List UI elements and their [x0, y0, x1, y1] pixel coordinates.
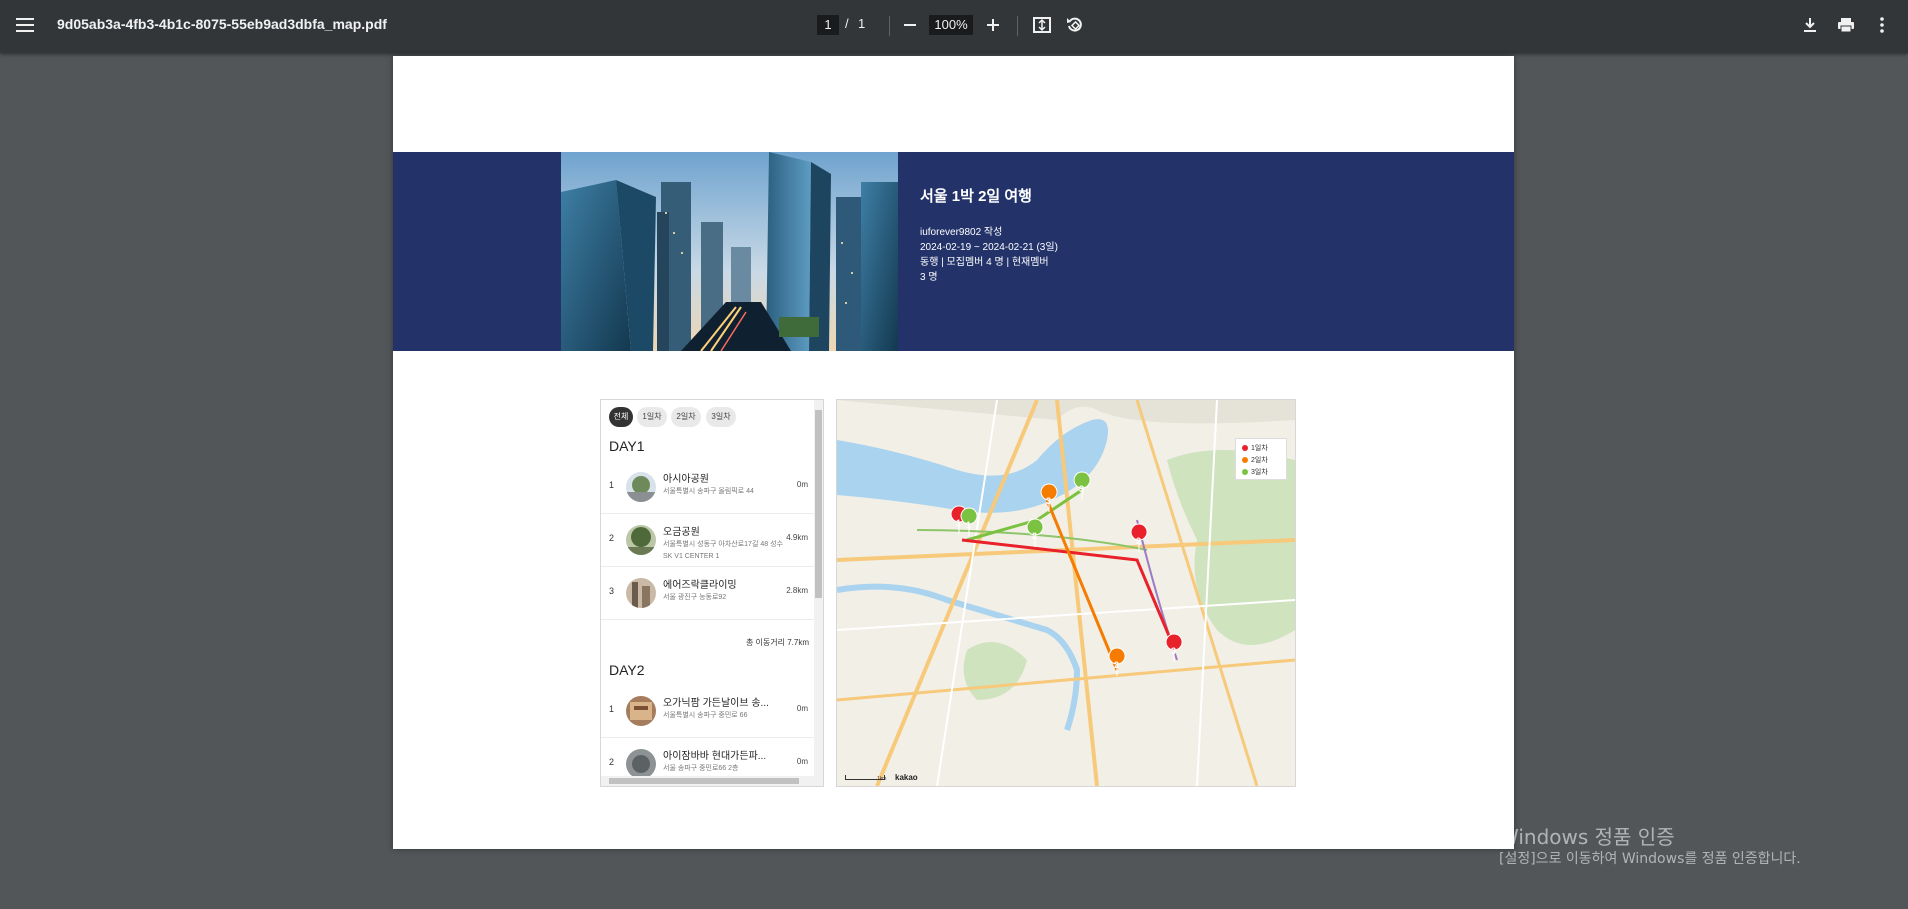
place-address: 서울 광진구 능동로92	[663, 594, 727, 601]
tab-day3[interactable]: 3일차	[706, 407, 736, 427]
legend-swatch	[1242, 469, 1248, 475]
scrollbar-thumb[interactable]	[609, 778, 799, 784]
svg-text:2: 2	[1114, 660, 1119, 670]
place-name: 아시아공원	[663, 474, 709, 485]
svg-text:3: 3	[1079, 484, 1084, 494]
item-number: 1	[609, 704, 615, 714]
svg-text:3: 3	[1171, 646, 1176, 656]
rotate-icon[interactable]	[1061, 11, 1089, 39]
page-total: 1	[858, 16, 866, 31]
day-heading: DAY2	[609, 662, 645, 678]
place-name: 오금공원	[663, 527, 700, 538]
place-address: 서울특별시 송파구 중민로 66	[663, 712, 748, 719]
place-address: 서울특별시 성동구 아차산로17길 48 성수 SK V1 CENTER 1	[663, 541, 783, 560]
place-distance: 0m	[796, 757, 808, 766]
print-icon[interactable]	[1832, 11, 1860, 39]
place-address: 서울특별시 송파구 올림픽로 44	[663, 488, 754, 495]
svg-text:1: 1	[966, 520, 971, 530]
day-heading: DAY1	[609, 438, 645, 454]
item-number: 1	[609, 480, 615, 490]
download-icon[interactable]	[1796, 11, 1824, 39]
legend-swatch	[1242, 445, 1248, 451]
activation-watermark-title: Windows 정품 인증	[1499, 825, 1675, 849]
place-address: 서울 송파구 중민로66 2층	[663, 765, 739, 772]
tab-day1[interactable]: 1일차	[637, 407, 667, 427]
place-distance: 0m	[796, 704, 808, 713]
tab-day2[interactable]: 2일차	[671, 407, 701, 427]
trip-author: iuforever9802 작성	[920, 227, 1003, 238]
route-map[interactable]: 1 2 3 1 2 3 3 2 1일차 2일차 3일차 1km kakao	[836, 399, 1296, 787]
zoom-out-icon[interactable]	[896, 11, 924, 39]
place-distance: 0m	[796, 480, 808, 489]
zoom-in-icon[interactable]	[979, 11, 1007, 39]
list-item[interactable]: 1 오가닉팜 가든날이브 송... 서울특별시 송파구 중민로 66 0m	[601, 684, 816, 738]
item-number: 3	[609, 586, 615, 596]
list-item[interactable]: 2 오금공원 서울특별시 성동구 아차산로17길 48 성수 SK V1 CEN…	[601, 513, 816, 567]
trip-member-count: 3 명	[920, 272, 938, 283]
place-thumbnail	[626, 472, 656, 502]
activation-watermark-text: [설정]으로 이동하여 Windows를 정품 인증합니다.	[1499, 851, 1801, 867]
zoom-level-input[interactable]: 100%	[929, 15, 973, 35]
map-canvas: 1 2 3 1 2 3 3 2	[837, 400, 1295, 786]
map-legend: 1일차 2일차 3일차	[1235, 438, 1287, 480]
place-thumbnail	[626, 696, 656, 726]
trip-banner: 서울 1박 2일 여행 iuforever9802 작성 2024-02-19 …	[393, 152, 1514, 351]
tab-all[interactable]: 전체	[609, 407, 633, 427]
svg-text:3: 3	[1046, 496, 1051, 506]
vertical-scrollbar[interactable]	[814, 400, 823, 776]
toolbar-divider	[889, 16, 890, 36]
horizontal-scrollbar[interactable]	[601, 776, 823, 786]
place-name: 에어즈락클라이밍	[663, 580, 737, 591]
cover-photo	[561, 152, 898, 351]
list-item[interactable]: 1 아시아공원 서울특별시 송파구 올림픽로 44 0m	[601, 460, 816, 514]
item-number: 2	[609, 533, 615, 543]
legend-label: 3일차	[1251, 469, 1268, 476]
item-number: 2	[609, 757, 615, 767]
place-thumbnail	[626, 525, 656, 555]
place-name: 아이잠바바 현대가든파...	[663, 751, 767, 762]
menu-icon[interactable]	[11, 11, 39, 39]
toolbar-divider	[1017, 16, 1018, 36]
pdf-toolbar: 9d05ab3a-4fb3-4b1c-8075-55eb9ad3dbfa_map…	[0, 0, 1908, 53]
itinerary-panel: 전체 1일차 2일차 3일차 DAY1 1 아시아공원 서울특별시 송파구 올림…	[600, 399, 824, 787]
list-item[interactable]: 3 에어즈락클라이밍 서울 광진구 능동로92 2.8km	[601, 566, 816, 620]
place-distance: 4.9km	[786, 533, 808, 542]
place-name: 오가닉팜 가든날이브 송...	[663, 698, 769, 709]
trip-members: 동행 | 모집멤버 4 명 | 현재멤버	[920, 257, 1049, 268]
svg-text:1: 1	[956, 518, 961, 528]
map-scale-label: 1km	[877, 776, 887, 782]
total-distance: 총 이동거리 7.7km	[745, 638, 809, 647]
place-distance: 2.8km	[786, 586, 808, 595]
trip-dates: 2024-02-19 ~ 2024-02-21 (3일)	[920, 242, 1058, 253]
fit-to-page-icon[interactable]	[1028, 11, 1056, 39]
page-separator: /	[845, 16, 849, 31]
place-thumbnail	[626, 749, 656, 779]
legend-label: 1일차	[1251, 445, 1268, 452]
trip-title: 서울 1박 2일 여행	[920, 188, 1032, 205]
map-brand-logo: kakao	[895, 773, 918, 782]
place-thumbnail	[626, 578, 656, 608]
more-options-icon[interactable]	[1868, 11, 1896, 39]
legend-swatch	[1242, 457, 1248, 463]
scrollbar-thumb[interactable]	[815, 410, 822, 598]
pdf-page: 서울 1박 2일 여행 iuforever9802 작성 2024-02-19 …	[393, 56, 1514, 849]
legend-label: 2일차	[1251, 457, 1268, 464]
document-title: 9d05ab3a-4fb3-4b1c-8075-55eb9ad3dbfa_map…	[57, 16, 387, 32]
svg-text:2: 2	[1032, 531, 1037, 541]
page-number-input[interactable]: 1	[817, 15, 839, 35]
svg-text:2: 2	[1136, 536, 1141, 546]
